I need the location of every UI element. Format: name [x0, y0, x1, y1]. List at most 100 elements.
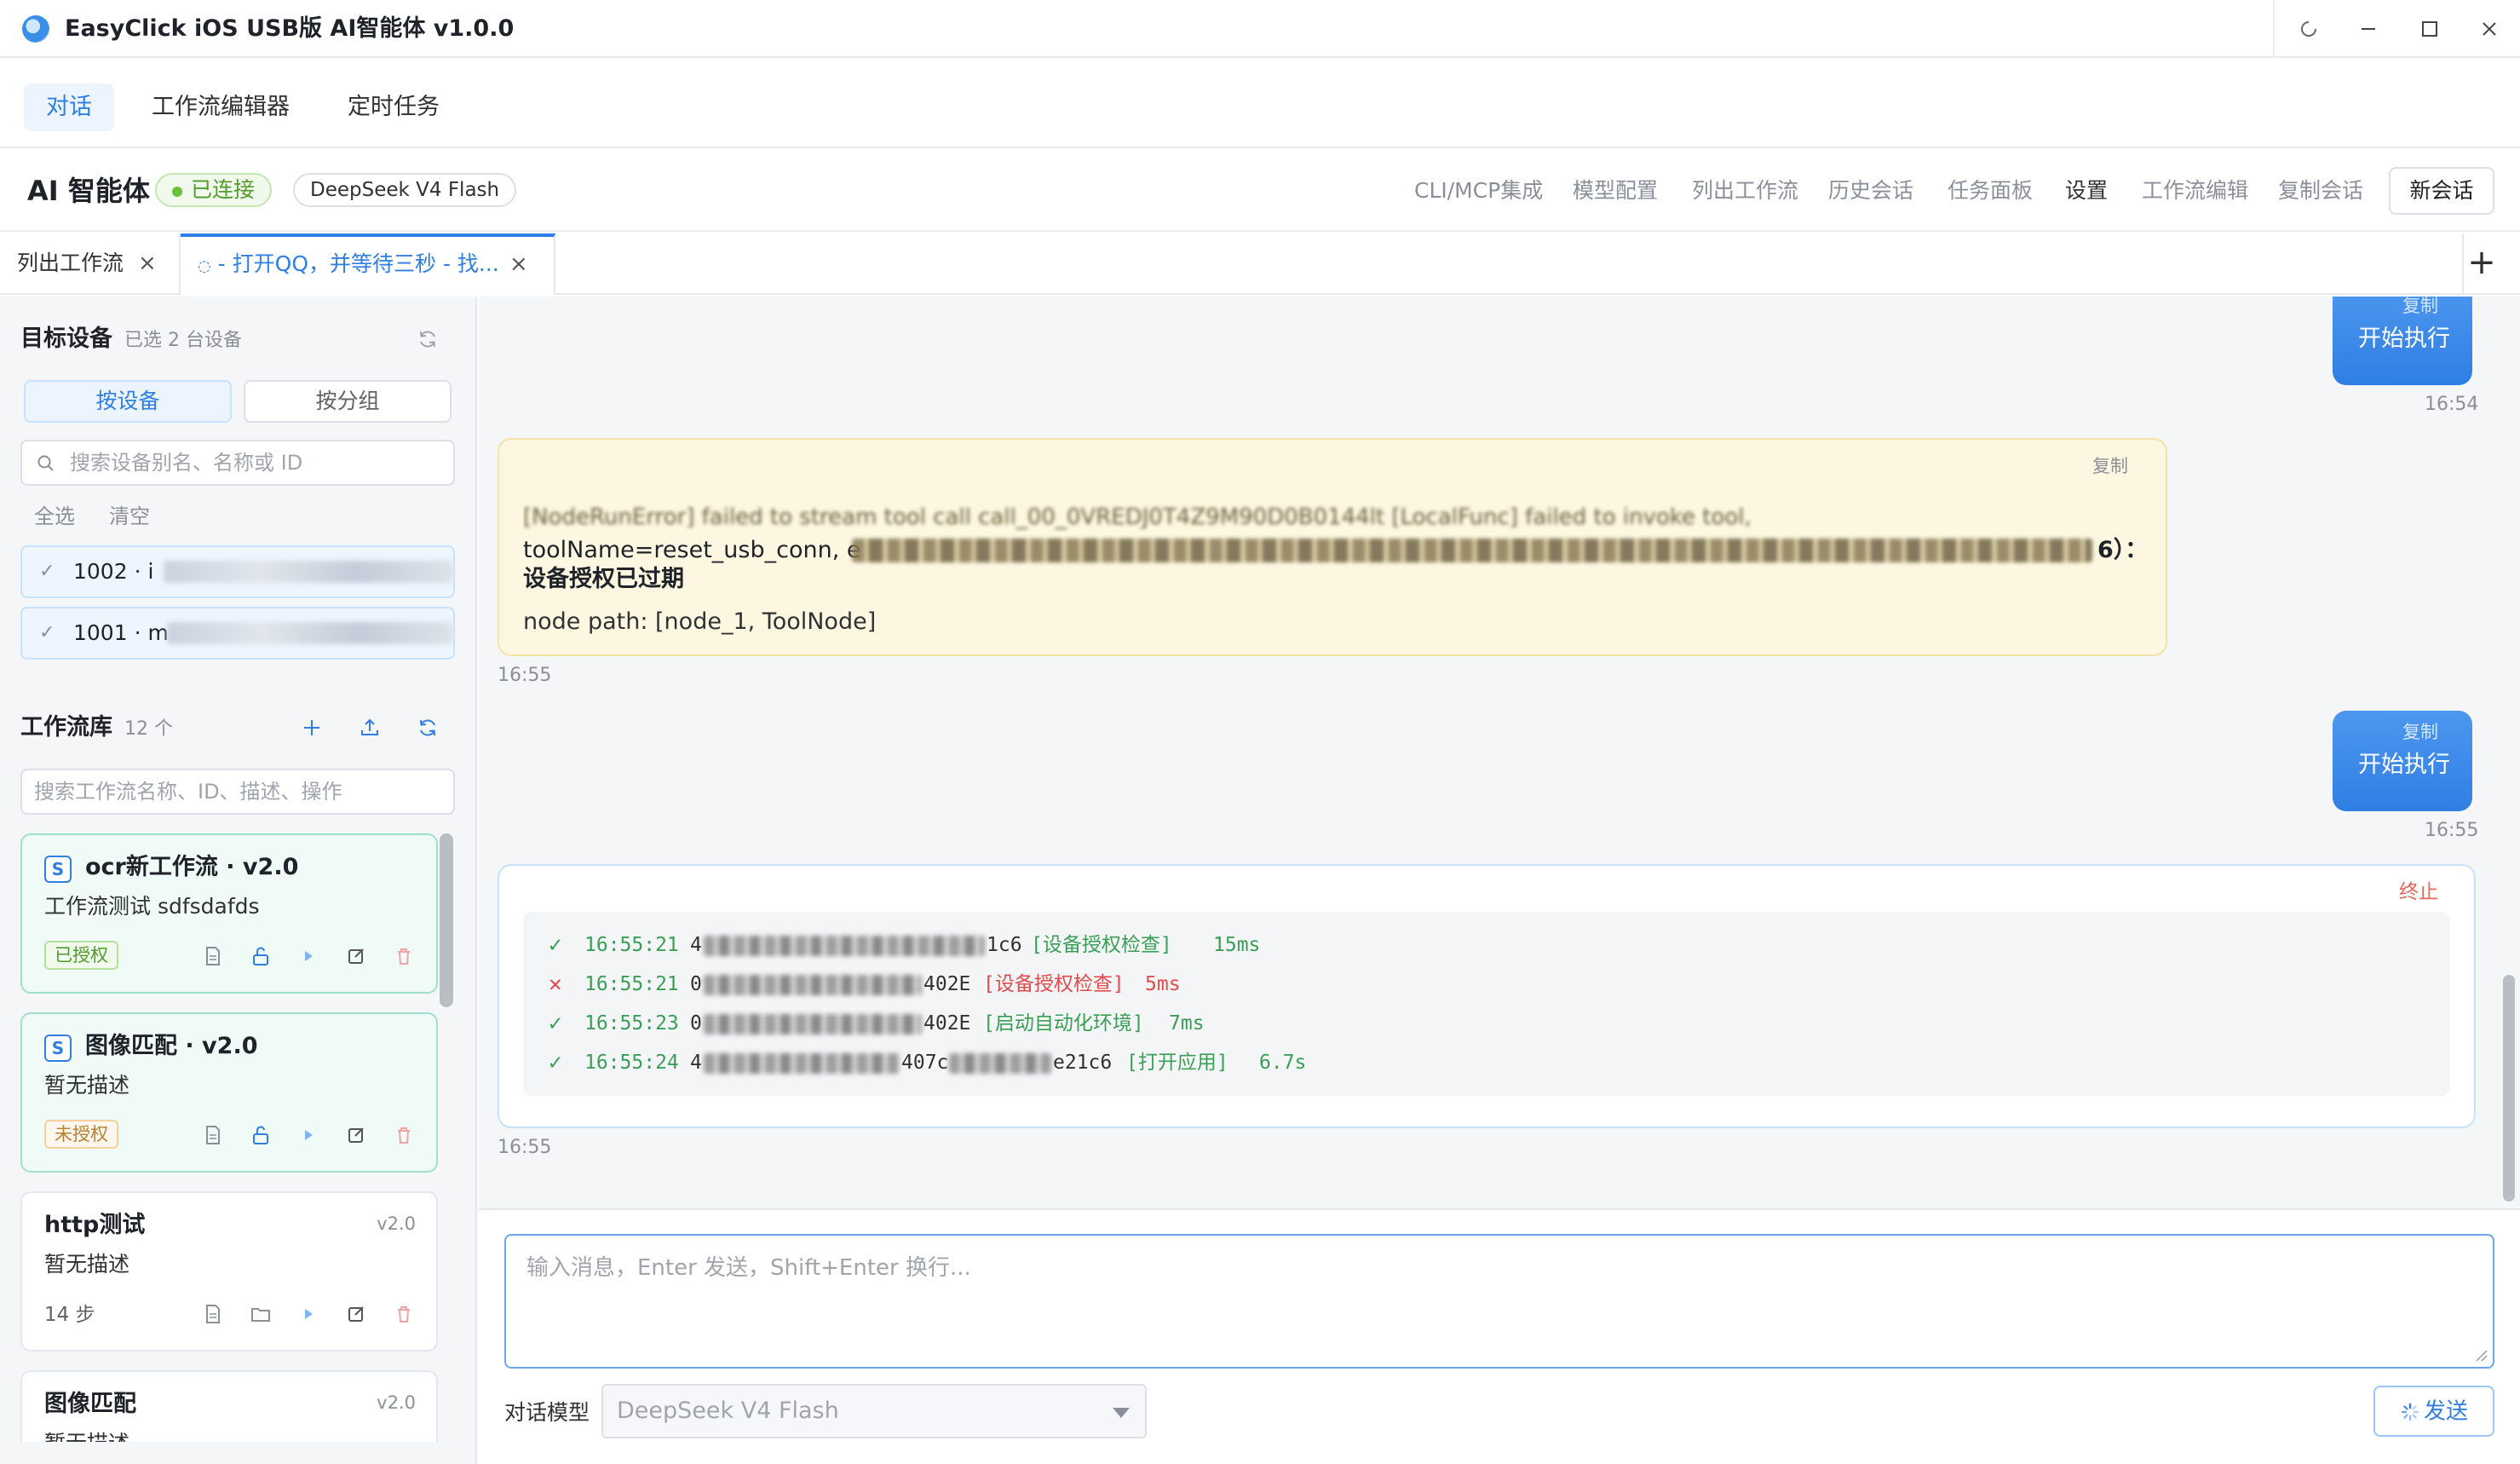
history-sessions-link[interactable]: 历史会话 — [1828, 174, 1913, 208]
cli-mcp-link[interactable]: CLI/MCP集成 — [1414, 174, 1543, 208]
session-tab-current[interactable]: ◌ - 打开QQ，并等待三秒 - 找... × — [181, 233, 555, 295]
workflow-actions — [199, 942, 429, 970]
checkbox-checked-icon[interactable]: ✓ — [39, 624, 56, 643]
sidebar-scrollbar[interactable] — [440, 833, 453, 1007]
device-search-placeholder: 搜索设备别名、名称或 ID — [70, 451, 303, 475]
document-icon[interactable] — [199, 1300, 227, 1328]
upload-workflow-icon[interactable] — [354, 712, 385, 743]
log-id-start: 4 — [690, 1052, 702, 1074]
workflow-card[interactable]: S ocr新工作流 · v2.0 工作流测试 sdfsdafds 已授权 — [20, 833, 438, 994]
run-workflow-icon[interactable] — [295, 1300, 322, 1328]
error-node-path: node path: [node_1, ToolNode] — [523, 608, 877, 635]
success-check-icon: ✓ — [549, 932, 562, 958]
close-icon[interactable] — [2472, 12, 2506, 46]
list-workflows-link[interactable]: 列出工作流 — [1692, 174, 1798, 208]
window-title: EasyClick iOS USB版 AI智能体 v1.0.0 — [65, 15, 515, 42]
device-search-input[interactable]: 搜索设备别名、名称或 ID — [20, 440, 455, 486]
workflow-title: 图像匹配 — [44, 1391, 136, 1417]
close-tab-icon[interactable]: × — [509, 237, 528, 291]
segment-by-group[interactable]: 按分组 — [244, 380, 452, 423]
model-select[interactable]: DeepSeek V4 Flash — [601, 1384, 1147, 1438]
log-action: [打开应用] — [1126, 1052, 1228, 1074]
settings-link[interactable]: 设置 — [2065, 174, 2108, 208]
log-id-start: 4 — [690, 934, 702, 956]
send-button[interactable]: 发送 — [2373, 1386, 2494, 1437]
unlock-icon[interactable] — [247, 1121, 274, 1149]
segment-by-device[interactable]: 按设备 — [24, 380, 232, 423]
minimize-icon[interactable] — [2351, 12, 2385, 46]
unauthorized-tag: 未授权 — [44, 1120, 118, 1149]
edit-icon[interactable] — [342, 942, 370, 970]
redacted-device-id — [164, 561, 453, 583]
run-workflow-icon[interactable] — [295, 942, 322, 970]
refresh-devices-icon[interactable] — [412, 324, 443, 354]
devices-section-title: 目标设备 — [20, 326, 112, 352]
refresh-workflows-icon[interactable] — [412, 712, 443, 743]
spinner-icon — [2292, 12, 2326, 46]
message-input[interactable]: 输入消息，Enter 发送，Shift+Enter 换行... — [504, 1234, 2494, 1369]
delete-icon[interactable] — [390, 942, 417, 970]
nav-tab-chat[interactable]: 对话 — [24, 84, 114, 131]
workflow-search-input[interactable]: 搜索工作流名称、ID、描述、操作 — [20, 769, 455, 815]
workflow-title: ocr新工作流 · v2.0 — [85, 854, 299, 880]
redacted-error-detail — [852, 539, 2092, 562]
unlock-icon[interactable] — [247, 942, 274, 970]
copy-session-link[interactable]: 复制会话 — [2278, 174, 2363, 208]
message-time: 16:55 — [498, 1137, 552, 1158]
workflow-description: 暂无描述 — [44, 1073, 130, 1098]
stop-execution-button[interactable]: 终止 — [2399, 879, 2438, 905]
workflow-card-clip: 图像匹配 v2.0 暂无描述 — [20, 1370, 438, 1442]
new-session-button[interactable]: 新会话 — [2389, 167, 2494, 215]
task-panel-link[interactable]: 任务面板 — [1948, 174, 2033, 208]
title-divider — [2273, 0, 2275, 58]
copy-message-link[interactable]: 复制 — [2092, 453, 2128, 479]
loading-spinner-icon — [2400, 1402, 2420, 1422]
model-select-value: DeepSeek V4 Flash — [617, 1398, 839, 1424]
model-badge: DeepSeek V4 Flash — [293, 173, 517, 207]
maximize-icon[interactable] — [2413, 12, 2447, 46]
device-row[interactable]: ✓ 1002 · i — [20, 545, 455, 598]
chat-scrollbar[interactable] — [2503, 975, 2515, 1202]
redacted-id — [704, 1053, 900, 1074]
close-tab-icon[interactable]: × — [138, 233, 157, 293]
device-name: 1001 · m — [73, 620, 169, 645]
model-config-link[interactable]: 模型配置 — [1573, 174, 1658, 208]
workflow-card[interactable]: S 图像匹配 · v2.0 暂无描述 未授权 — [20, 1012, 438, 1173]
workflow-card[interactable]: 图像匹配 v2.0 暂无描述 — [20, 1370, 438, 1442]
workflow-library-title: 工作流库 — [20, 714, 112, 741]
workflow-edit-link[interactable]: 工作流编辑 — [2142, 174, 2248, 208]
document-icon[interactable] — [199, 1121, 227, 1149]
edit-icon[interactable] — [342, 1121, 370, 1149]
loading-spinner-icon: ◌ — [198, 257, 211, 275]
add-workflow-icon[interactable] — [296, 712, 327, 743]
nav-tab-workflow-editor[interactable]: 工作流编辑器 — [129, 84, 312, 131]
send-button-label: 发送 — [2423, 1398, 2468, 1425]
nav-tab-scheduled-tasks[interactable]: 定时任务 — [325, 84, 462, 131]
device-row[interactable]: ✓ 1001 · m — [20, 607, 455, 660]
error-reason: 设备授权已过期 — [523, 566, 684, 592]
resize-grip-icon[interactable] — [2474, 1348, 2488, 1362]
copy-message-link[interactable]: 复制 — [2402, 719, 2438, 745]
session-tab-list-workflows[interactable]: 列出工作流 × — [0, 233, 181, 295]
delete-icon[interactable] — [390, 1121, 417, 1149]
chevron-down-icon — [1113, 1408, 1130, 1418]
folder-icon[interactable] — [247, 1300, 274, 1328]
log-id-end: 402E — [923, 1012, 971, 1035]
delete-icon[interactable] — [390, 1300, 417, 1328]
authorized-tag: 已授权 — [44, 941, 118, 970]
user-message-clip: 复制 开始执行 — [2333, 297, 2472, 385]
log-time: 16:55:24 — [584, 1052, 679, 1074]
workflow-count: 12 个 — [124, 718, 173, 740]
document-icon[interactable] — [199, 942, 227, 970]
selected-device-count: 已选 2 台设备 — [124, 330, 242, 351]
checkbox-checked-icon[interactable]: ✓ — [39, 562, 56, 581]
select-all-link[interactable]: 全选 — [34, 501, 75, 532]
error-line-1-text: [NodeRunError] failed to stream tool cal… — [523, 504, 1752, 530]
clear-selection-link[interactable]: 清空 — [109, 501, 150, 532]
copy-message-link[interactable]: 复制 — [2402, 297, 2438, 319]
add-tab-icon[interactable]: + — [2462, 244, 2501, 283]
connection-status-badge: 已连接 — [155, 173, 273, 207]
edit-icon[interactable] — [342, 1300, 370, 1328]
run-workflow-icon[interactable] — [295, 1121, 322, 1149]
workflow-card[interactable]: http测试 v2.0 暂无描述 14 步 — [20, 1191, 438, 1352]
